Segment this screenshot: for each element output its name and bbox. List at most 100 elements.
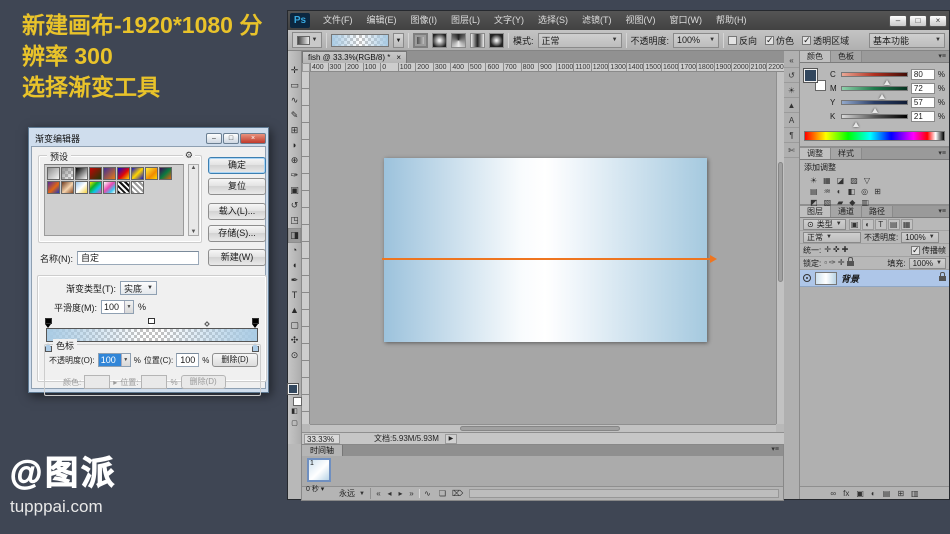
panel-color-swatches[interactable] — [804, 69, 826, 91]
gradient-preview[interactable] — [331, 34, 389, 47]
new-gradient-button[interactable]: 新建(W) — [208, 249, 266, 266]
unify-icon[interactable]: ✛ — [824, 245, 831, 256]
tab-layers[interactable]: 图层 — [800, 206, 831, 217]
layers-footer-icon[interactable]: ▣ — [856, 489, 864, 498]
option-checkbox[interactable]: 仿色 — [765, 34, 794, 47]
adjustment-icon[interactable]: ▨ — [850, 176, 858, 185]
panel-menu-icon[interactable]: ▾≡ — [935, 148, 949, 159]
zoom-tool[interactable]: ⊙ — [288, 348, 301, 363]
preset-scrollbar[interactable]: ▲ ▼ — [188, 164, 199, 236]
option-checkbox[interactable]: 透明区域 — [802, 34, 849, 47]
tab-paths[interactable]: 路径 — [862, 206, 893, 217]
gear-icon[interactable]: ⚙ — [183, 150, 195, 161]
filter-type-select[interactable]: ⊙ 类型 ▼ — [803, 219, 846, 230]
canvas-viewport[interactable] — [310, 72, 776, 424]
dock-panel-icon[interactable]: ✄ — [784, 143, 799, 158]
delete-stop-button[interactable]: 删除(D) — [212, 353, 257, 367]
opacity-select[interactable]: 100%▼ — [673, 33, 719, 48]
unify-icon[interactable]: ✜ — [833, 245, 840, 256]
dock-panel-icon[interactable]: ▲ — [784, 98, 799, 113]
menu-item[interactable]: 图层(L) — [444, 11, 487, 30]
radial-gradient-button[interactable] — [432, 33, 447, 48]
quick-selection-tool[interactable]: ✎ — [288, 108, 301, 123]
canvas[interactable] — [384, 158, 707, 342]
document-tab[interactable]: fish @ 33.3%(RGB/8) * × — [302, 51, 407, 63]
adjustment-icon[interactable]: ♒ — [824, 187, 831, 196]
adjustment-icon[interactable]: ☀ — [810, 176, 817, 185]
smoothness-input[interactable]: 100 ▼ — [101, 300, 134, 314]
diamond-gradient-button[interactable] — [489, 33, 504, 48]
brush-tool[interactable]: ✑ — [288, 168, 301, 183]
menu-item[interactable]: 窗口(W) — [663, 11, 710, 30]
frame-delay-select[interactable]: 0 秒 ▾ — [306, 484, 324, 494]
type-tool[interactable]: T — [288, 288, 301, 303]
layer-filter-icon[interactable]: ▣ — [849, 219, 861, 230]
move-tool[interactable]: ✛ — [288, 63, 301, 78]
dialog-close-button[interactable]: × — [240, 133, 266, 144]
gradient-preset[interactable] — [131, 167, 144, 180]
stop-location-input[interactable]: 100 — [176, 353, 199, 367]
layers-footer-icon[interactable]: fx — [843, 489, 849, 498]
fill-select[interactable]: 100%▼ — [909, 258, 946, 269]
playback-button[interactable]: » — [406, 489, 417, 498]
window-minimize-button[interactable]: – — [889, 15, 907, 27]
slider-thumb[interactable] — [879, 91, 885, 99]
opacity-stop-right[interactable] — [252, 318, 259, 324]
shape-tool[interactable]: ▢ — [288, 318, 301, 333]
foreground-background-swatches[interactable] — [288, 384, 302, 406]
channel-value-input[interactable]: 21 — [911, 111, 935, 122]
linear-gradient-button[interactable] — [413, 33, 428, 48]
frame-edit-icon[interactable]: ∿ — [422, 489, 433, 498]
frame-edit-icon[interactable]: ❏ — [437, 489, 448, 498]
adjustment-icon[interactable]: ⊞ — [874, 187, 881, 196]
menu-item[interactable]: 选择(S) — [531, 11, 575, 30]
gradient-preset[interactable] — [103, 167, 116, 180]
lock-option-icon[interactable]: ✛ — [838, 258, 845, 269]
gradient-preset[interactable] — [117, 167, 130, 180]
eyedropper-tool[interactable]: ◗ — [288, 138, 301, 153]
layer-thumbnail[interactable] — [815, 272, 837, 285]
gradient-preset[interactable] — [47, 167, 60, 180]
angle-gradient-button[interactable] — [451, 33, 466, 48]
gradient-preset[interactable] — [131, 181, 144, 194]
chevron-down-icon[interactable]: ▼ — [124, 301, 133, 313]
tool-preset-picker[interactable]: ▼ — [292, 32, 322, 48]
layers-footer-icon[interactable]: ▤ — [883, 489, 891, 498]
stop-opacity-input[interactable]: 100 ▼ — [98, 353, 131, 367]
gradient-preset[interactable] — [145, 167, 158, 180]
gradient-type-select[interactable]: 实底 ▼ — [120, 281, 157, 295]
adjustment-icon[interactable]: ▤ — [810, 187, 818, 196]
checkbox-icon[interactable] — [911, 246, 920, 255]
layers-footer-icon[interactable]: ⊞ — [897, 489, 904, 498]
quick-mask-button[interactable]: ◧ — [288, 406, 301, 418]
gradient-picker-arrow[interactable]: ▼ — [393, 33, 404, 48]
menu-item[interactable]: 文字(Y) — [487, 11, 531, 30]
playback-button[interactable]: ◂ — [384, 489, 395, 498]
dialog-maximize-button[interactable]: □ — [223, 133, 239, 144]
tab-styles[interactable]: 样式 — [831, 148, 862, 159]
dock-panel-icon[interactable]: ☀ — [784, 83, 799, 98]
lock-option-icon[interactable]: ✑ — [829, 258, 836, 269]
gradient-preset[interactable] — [159, 167, 172, 180]
dialog-titlebar[interactable]: 渐变编辑器 – □ × — [31, 130, 266, 146]
background-color-swatch[interactable] — [293, 397, 302, 406]
scroll-up-icon[interactable]: ▲ — [191, 165, 197, 171]
lasso-tool[interactable]: ∿ — [288, 93, 301, 108]
channel-slider[interactable] — [841, 114, 908, 119]
gradient-preset[interactable] — [75, 181, 88, 194]
gradient-preset[interactable] — [47, 181, 60, 194]
scroll-down-icon[interactable]: ▼ — [191, 229, 197, 235]
channel-slider[interactable] — [841, 100, 908, 105]
dock-panel-icon[interactable]: ↺ — [784, 68, 799, 83]
reset-button[interactable]: 复位 — [208, 178, 266, 195]
horizontal-scrollbar[interactable] — [310, 424, 776, 432]
foreground-color-swatch[interactable] — [804, 69, 817, 82]
layer-visibility-eye-icon[interactable] — [803, 274, 811, 282]
gradient-preset[interactable] — [89, 181, 102, 194]
menu-item[interactable]: 视图(V) — [619, 11, 663, 30]
playback-button[interactable]: ▸ — [395, 489, 406, 498]
panel-menu-icon[interactable]: ▾≡ — [767, 445, 783, 456]
hand-tool[interactable]: ✣ — [288, 333, 301, 348]
menu-item[interactable]: 帮助(H) — [709, 11, 754, 30]
dodge-tool[interactable]: ◖ — [288, 258, 301, 273]
